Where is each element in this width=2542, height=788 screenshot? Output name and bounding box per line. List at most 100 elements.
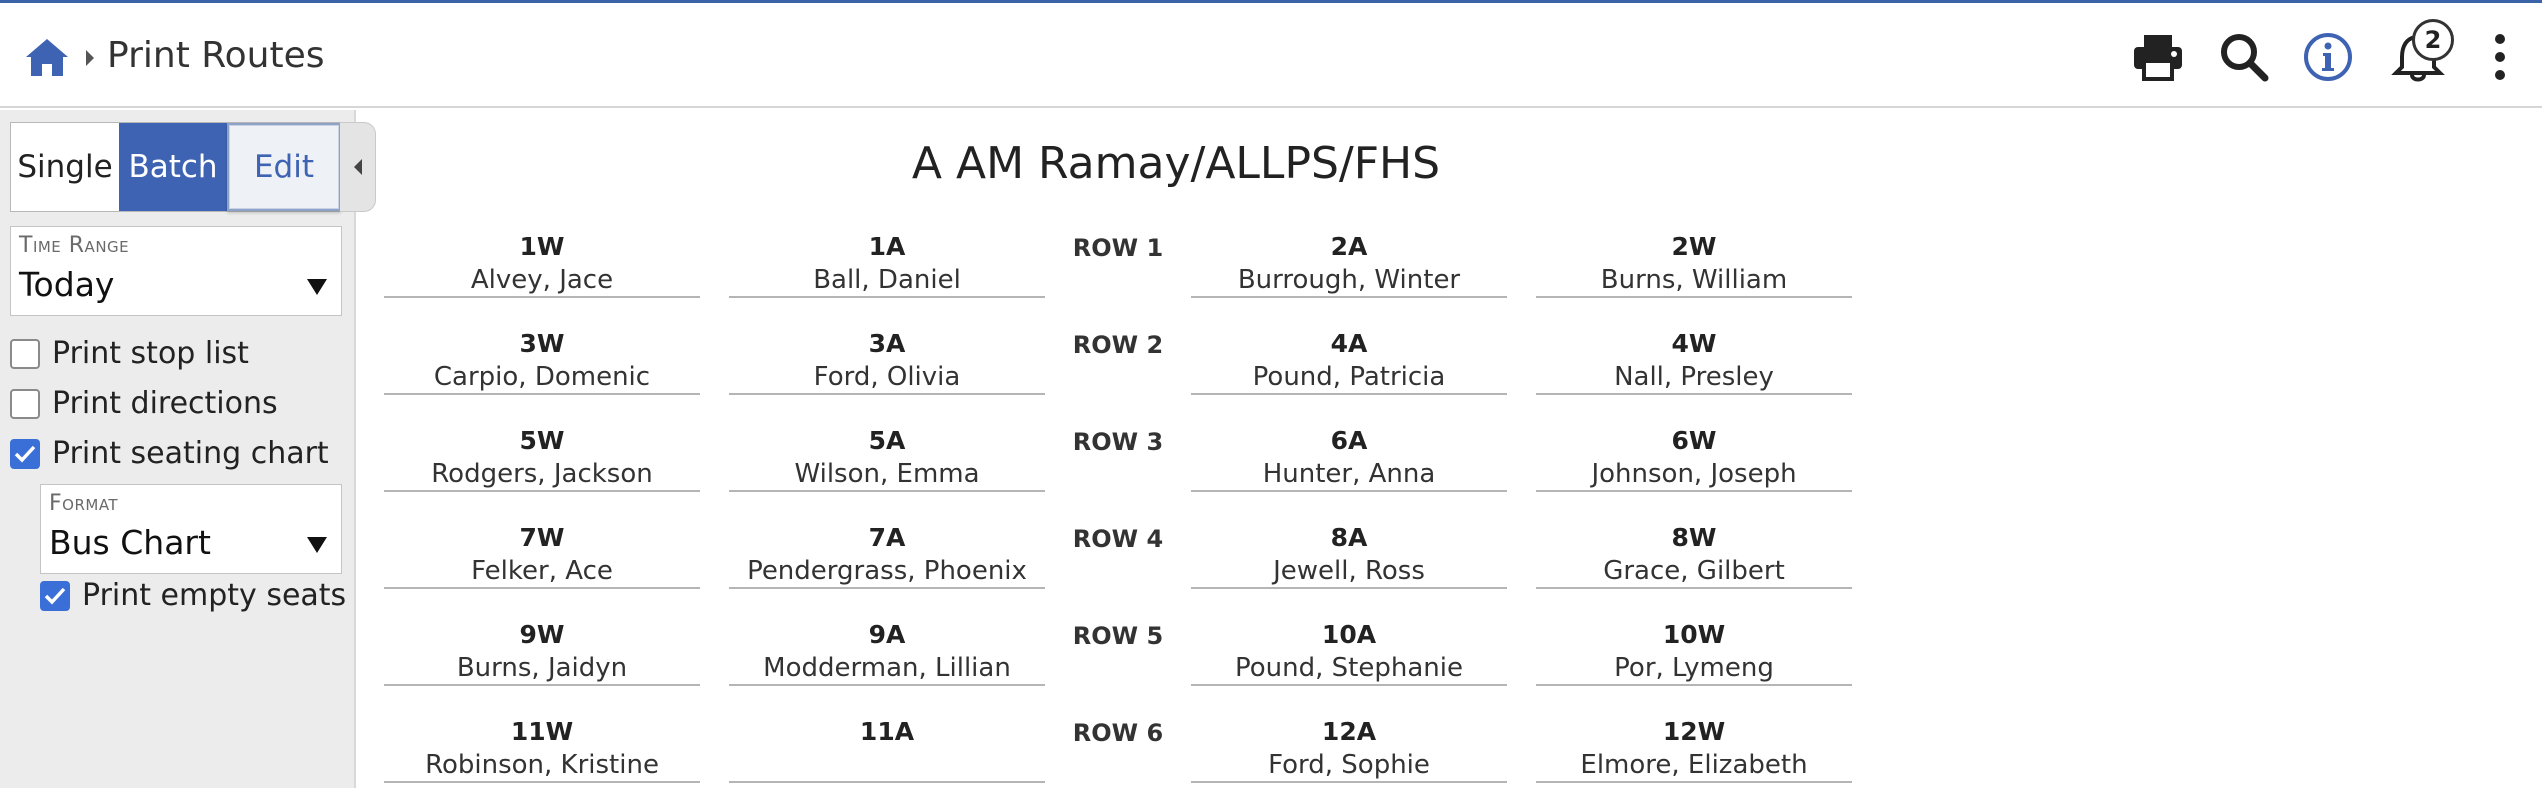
student-name: Pendergrass, Phoenix [747, 556, 1027, 586]
page-title: Print Routes [107, 35, 325, 76]
student-name: Felker, Ace [471, 556, 613, 586]
seat-number: 1W [519, 232, 565, 261]
seating-chart-panel: A AM Ramay/ALLPS/FHS 1W Alvey, Jace 1A Ball… [358, 110, 2542, 788]
row-label: ROW 2 [1072, 331, 1164, 359]
seat-cell: 11A [729, 715, 1045, 783]
seat-number: 8A [1330, 523, 1368, 552]
student-name: Modderman, Lillian [763, 653, 1011, 683]
seat-number: 7W [519, 523, 565, 552]
print-empty-seats-option[interactable]: Print empty seats [40, 578, 346, 613]
seat-cell: 10A Pound, Stephanie [1191, 618, 1507, 686]
row-label: ROW 5 [1072, 622, 1164, 650]
home-icon[interactable] [24, 36, 70, 78]
seat-number: 12W [1662, 717, 1726, 746]
seat-number: 2W [1671, 232, 1717, 261]
student-name: Ball, Daniel [813, 265, 961, 295]
print-empty-seats-label: Print empty seats [82, 578, 347, 613]
seat-cell: 9A Modderman, Lillian [729, 618, 1045, 686]
seat-cell: 6W Johnson, Joseph [1536, 424, 1852, 492]
dropdown-caret-icon [307, 279, 327, 295]
student-name: Hunter, Anna [1262, 459, 1436, 489]
seat-cell: 2W Burns, William [1536, 230, 1852, 298]
seat-cell: 9W Burns, Jaidyn [384, 618, 700, 686]
student-name: Robinson, Kristine [425, 750, 659, 780]
student-name: Pound, Patricia [1252, 362, 1446, 392]
route-title: A AM Ramay/ALLPS/FHS [911, 138, 1441, 189]
seat-cell: 1A Ball, Daniel [729, 230, 1045, 298]
time-range-value: Today [19, 265, 115, 304]
seat-cell: 4W Nall, Presley [1536, 327, 1852, 395]
row-label: ROW 3 [1072, 428, 1164, 456]
print-seating-chart-option[interactable]: Print seating chart [10, 436, 329, 471]
seat-number: 5A [868, 426, 906, 455]
format-label: Format [49, 491, 119, 516]
student-name: Carpio, Domenic [433, 362, 651, 392]
student-name: Alvey, Jace [470, 265, 614, 295]
seat-cell: 11W Robinson, Kristine [384, 715, 700, 783]
print-icon[interactable] [2130, 31, 2186, 83]
sidebar: Single Batch Edit Time Range Today Print… [0, 110, 356, 788]
student-name: Nall, Presley [1614, 362, 1774, 392]
seat-cell: 12W Elmore, Elizabeth [1536, 715, 1852, 783]
seat-cell: 3A Ford, Olivia [729, 327, 1045, 395]
print-directions-option[interactable]: Print directions [10, 386, 278, 421]
student-name: Por, Lymeng [1614, 653, 1774, 683]
seat-cell: 1W Alvey, Jace [384, 230, 700, 298]
print-seating-chart-checkbox[interactable] [10, 438, 40, 469]
dropdown-caret-icon [307, 537, 327, 553]
student-name: Elmore, Elizabeth [1580, 750, 1808, 780]
mode-toggle: Single Batch Edit [10, 122, 342, 212]
seat-number: 1A [868, 232, 906, 261]
student-name: Grace, Gilbert [1603, 556, 1785, 586]
student-name: Burns, William [1600, 265, 1788, 295]
seat-number: 3A [868, 329, 906, 358]
student-name: Pound, Stephanie [1235, 653, 1463, 683]
seat-cell: 2A Burrough, Winter [1191, 230, 1507, 298]
seat-number: 10W [1662, 620, 1726, 649]
info-icon[interactable] [2302, 31, 2354, 83]
seat-number: 3W [519, 329, 565, 358]
checkmark-icon [14, 445, 36, 463]
collapse-sidebar-button[interactable] [340, 122, 376, 212]
row-label: ROW 4 [1072, 525, 1164, 553]
format-select[interactable]: Format Bus Chart [40, 484, 342, 574]
chevron-left-icon [353, 159, 362, 175]
time-range-select[interactable]: Time Range Today [10, 226, 342, 316]
seat-cell: 10W Por, Lymeng [1536, 618, 1852, 686]
seat-number: 2A [1330, 232, 1368, 261]
seat-cell: 4A Pound, Patricia [1191, 327, 1507, 395]
notification-badge[interactable]: 2 [2412, 19, 2454, 61]
time-range-label: Time Range [19, 233, 130, 258]
seat-number: 9A [868, 620, 906, 649]
seat-cell: 7W Felker, Ace [384, 521, 700, 589]
seat-cell: 12A Ford, Sophie [1191, 715, 1507, 783]
row-label: ROW 1 [1072, 234, 1164, 262]
batch-button[interactable]: Batch [119, 123, 227, 211]
print-directions-label: Print directions [52, 386, 278, 421]
seat-number: 11A [859, 717, 915, 746]
top-bar: Print Routes 2 [0, 0, 2542, 108]
single-button[interactable]: Single [11, 123, 119, 211]
checkmark-icon [44, 587, 66, 605]
edit-button[interactable]: Edit [227, 123, 341, 211]
seat-cell: 3W Carpio, Domenic [384, 327, 700, 395]
seat-number: 9W [519, 620, 565, 649]
seat-number: 4W [1671, 329, 1717, 358]
student-name: Burrough, Winter [1237, 265, 1461, 295]
kebab-menu-icon[interactable] [2490, 31, 2510, 83]
seat-number: 11W [510, 717, 574, 746]
seat-cell: 5W Rodgers, Jackson [384, 424, 700, 492]
seat-number: 10A [1321, 620, 1377, 649]
seat-cell: 8A Jewell, Ross [1191, 521, 1507, 589]
print-stop-list-option[interactable]: Print stop list [10, 336, 249, 371]
seat-number: 5W [519, 426, 565, 455]
seat-number: 12A [1321, 717, 1377, 746]
print-empty-seats-checkbox[interactable] [40, 580, 70, 611]
seat-cell: 8W Grace, Gilbert [1536, 521, 1852, 589]
print-stop-list-checkbox[interactable] [10, 338, 40, 369]
format-value: Bus Chart [49, 523, 211, 562]
print-directions-checkbox[interactable] [10, 388, 40, 419]
student-name: Burns, Jaidyn [456, 653, 628, 683]
student-name: Wilson, Emma [794, 459, 980, 489]
search-icon[interactable] [2218, 31, 2270, 83]
